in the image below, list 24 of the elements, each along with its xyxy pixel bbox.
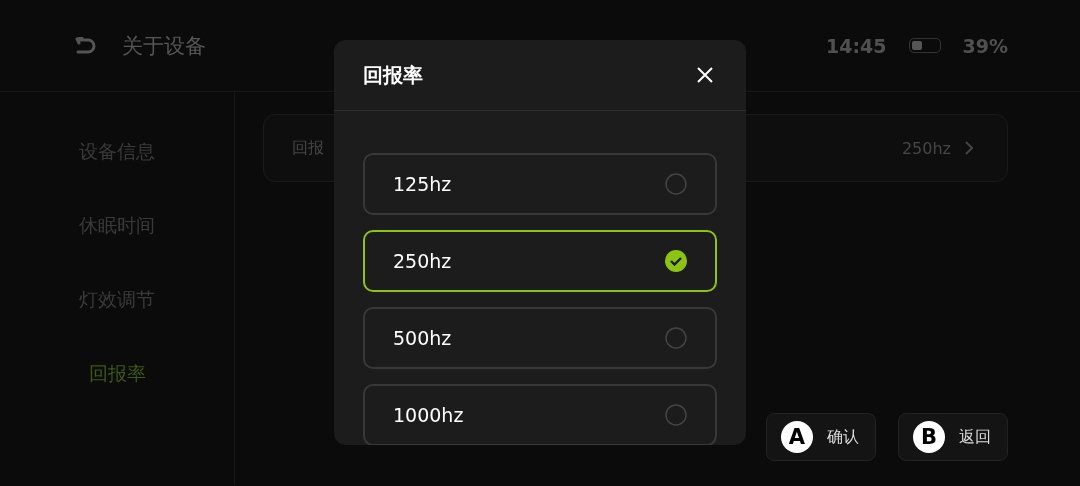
option-label: 125hz [393, 173, 452, 195]
setting-label: 回报 [292, 137, 324, 159]
dialog-title: 回报率 [363, 61, 423, 89]
option-item[interactable]: 500hz [363, 307, 717, 369]
option-item[interactable]: 125hz [363, 153, 717, 215]
option-item[interactable]: 1000hz [363, 384, 717, 445]
battery-percent: 39% [962, 34, 1008, 57]
clock-time: 14:45 [826, 34, 887, 57]
key-badge: B [913, 421, 945, 453]
option-label: 250hz [393, 250, 452, 272]
battery-icon [908, 38, 941, 53]
page-title: 关于设备 [122, 32, 206, 60]
back-icon[interactable] [74, 36, 98, 55]
hint-label: 确认 [827, 426, 859, 448]
hint-label: 返回 [959, 426, 991, 448]
setting-value: 250hz [901, 138, 951, 158]
option-label: 1000hz [393, 404, 464, 426]
close-icon[interactable] [697, 67, 713, 83]
option-item[interactable]: 250hz [363, 230, 717, 292]
hint-button[interactable]: A 确认 [766, 413, 876, 461]
key-badge: A [781, 421, 813, 453]
option-label: 500hz [393, 327, 452, 349]
chevron-right-icon [965, 141, 973, 155]
hint-button[interactable]: B 返回 [898, 413, 1008, 461]
